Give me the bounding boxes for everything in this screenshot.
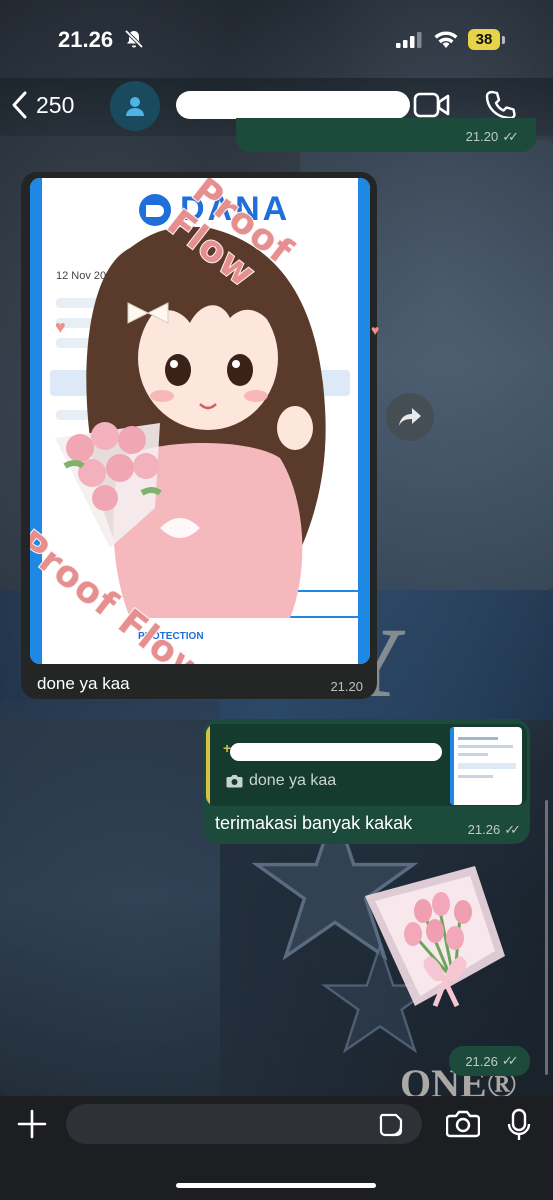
- message-outgoing[interactable]: 21.20 ✓✓: [236, 118, 536, 152]
- forward-button[interactable]: [386, 393, 434, 441]
- wallpaper-panel: [0, 700, 220, 1095]
- cellular-signal-icon: [396, 32, 422, 48]
- message-time: 21.26: [467, 822, 501, 837]
- read-check-icon: ✓✓: [504, 822, 521, 837]
- message-time: 21.26: [465, 1053, 498, 1069]
- read-check-icon: ✓✓: [501, 1053, 519, 1068]
- quoted-text-row: done ya kaa: [226, 772, 336, 790]
- message-outgoing-reply[interactable]: + done ya kaa terimakasi banyak kakak 21…: [203, 719, 530, 844]
- quote-accent-bar: [206, 724, 210, 806]
- message-incoming-image[interactable]: DANA 12 Nov 2025 PROTECTION Proof Flow P…: [21, 172, 380, 699]
- status-bar: 21.26 38: [0, 0, 553, 78]
- battery-tip: [502, 36, 505, 44]
- unread-count: 250: [36, 91, 75, 118]
- microphone-icon[interactable]: [507, 1108, 531, 1142]
- camera-icon: [226, 775, 243, 788]
- person-icon: [126, 97, 144, 116]
- message-text: terimakasi banyak kakak: [215, 813, 413, 833]
- message-meta: 21.26 ✓✓: [467, 821, 521, 839]
- quoted-sender-redacted: [230, 743, 442, 761]
- quoted-text: done ya kaa: [249, 772, 337, 789]
- wifi-icon: [434, 31, 458, 48]
- video-call-icon[interactable]: [413, 91, 451, 119]
- read-check-icon: ✓✓: [502, 129, 519, 144]
- message-time: 21.20: [465, 129, 499, 144]
- status-time: 21.26: [58, 27, 114, 52]
- contact-name-redacted[interactable]: [176, 91, 410, 119]
- plus-icon[interactable]: [16, 1108, 48, 1140]
- battery-icon: 38: [468, 29, 500, 50]
- receipt-border: [30, 178, 42, 664]
- transfer-receipt-image[interactable]: DANA 12 Nov 2025 PROTECTION Proof Flow P…: [30, 178, 370, 664]
- quoted-image-thumbnail: [450, 727, 522, 805]
- message-time: 21.20: [330, 679, 363, 694]
- forward-arrow-icon: [399, 408, 421, 426]
- contact-avatar[interactable]: [110, 81, 160, 131]
- heart-icon: ♥: [55, 317, 66, 337]
- bell-slash-icon: [124, 29, 144, 49]
- home-indicator[interactable]: [176, 1183, 376, 1188]
- sticker-icon[interactable]: [378, 1112, 404, 1138]
- message-input[interactable]: [66, 1104, 422, 1144]
- camera-icon[interactable]: [446, 1110, 480, 1138]
- back-button[interactable]: 250: [10, 90, 74, 120]
- message-caption: done ya kaa: [37, 674, 130, 693]
- message-meta: 21.20: [330, 678, 363, 696]
- message-meta: 21.20 ✓✓: [465, 128, 519, 146]
- heart-icon: ♥: [371, 322, 380, 338]
- phone-icon[interactable]: [484, 89, 516, 121]
- quoted-message[interactable]: + done ya kaa: [206, 724, 527, 806]
- sticker-time: 21.26 ✓✓: [449, 1046, 530, 1076]
- scrollbar[interactable]: [545, 800, 548, 1075]
- chevron-left-icon: [12, 91, 27, 119]
- tulip-bouquet-sticker[interactable]: [355, 856, 515, 1016]
